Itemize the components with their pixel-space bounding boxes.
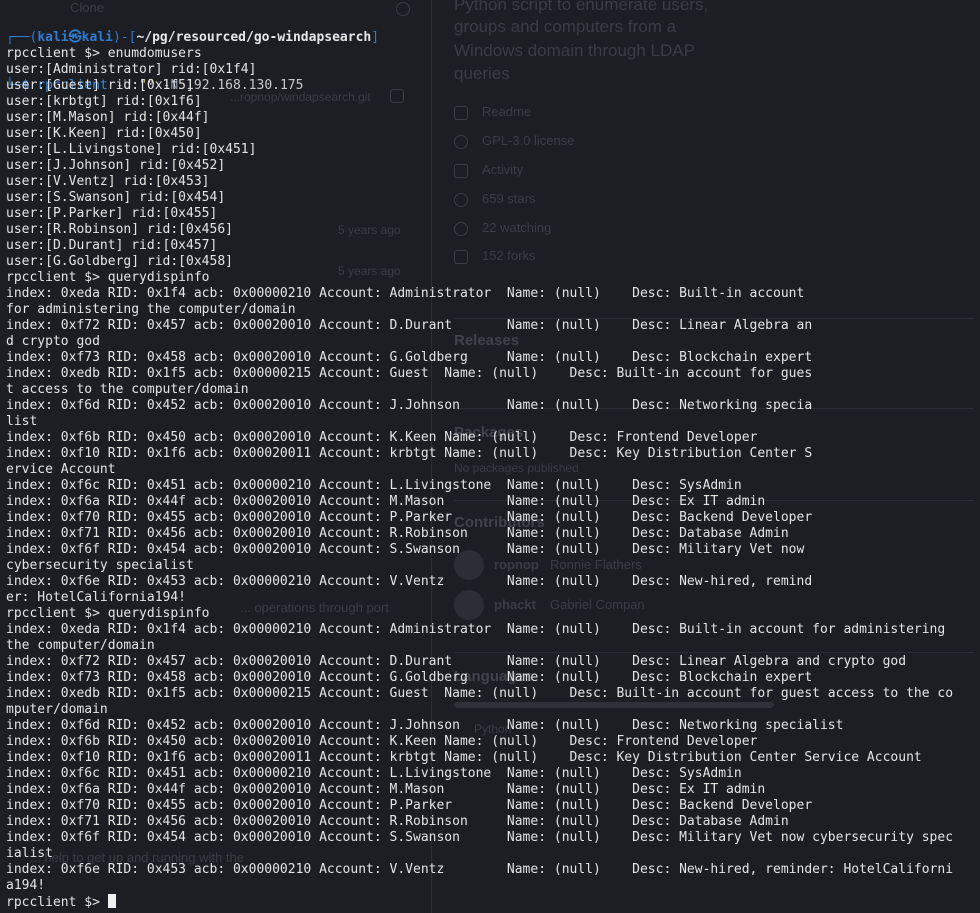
output-line: user:[P.Parker] rid:[0x455] (6, 206, 218, 221)
output-line: index: 0xf72 RID: 0x457 acb: 0x00020010 … (6, 318, 813, 333)
output-line: index: 0xf6f RID: 0x454 acb: 0x00020010 … (6, 542, 805, 557)
output-line: index: 0xedb RID: 0x1f5 acb: 0x00000215 … (6, 686, 954, 701)
output-line: index: 0xf6a RID: 0x44f acb: 0x00020010 … (6, 782, 766, 797)
output-line: index: 0xf71 RID: 0x456 acb: 0x00020010 … (6, 526, 789, 541)
output-line: user:[D.Durant] rid:[0x457] (6, 238, 218, 253)
output-line: user:[krbtgt] rid:[0x1f6] (6, 94, 202, 109)
output-line: index: 0xf6c RID: 0x451 acb: 0x00000210 … (6, 766, 742, 781)
text-cursor (107, 894, 116, 908)
output-line: index: 0xf70 RID: 0x455 acb: 0x00020010 … (6, 510, 813, 525)
output-line: cybersecurity specialist (6, 558, 194, 573)
output-line: user:[M.Mason] rid:[0x44f] (6, 110, 210, 125)
command-line: rpcclient $> enumdomusers (6, 46, 202, 61)
output-line: ervice Account (6, 462, 116, 477)
output-line: index: 0xf10 RID: 0x1f6 acb: 0x00020011 … (6, 446, 813, 461)
output-line: index: 0xf6d RID: 0x452 acb: 0x00020010 … (6, 398, 813, 413)
prompt-host: kali (81, 30, 113, 45)
output-line: for administering the computer/domain (6, 302, 296, 317)
output-line: index: 0xf6e RID: 0x453 acb: 0x00000210 … (6, 862, 954, 877)
output-line: index: 0xf6e RID: 0x453 acb: 0x00000210 … (6, 574, 813, 589)
output-line: user:[R.Robinson] rid:[0x456] (6, 222, 233, 237)
ghost-about-line: Python script to enumerate users, (454, 0, 709, 14)
output-line: index: 0xf73 RID: 0x458 acb: 0x00020010 … (6, 670, 813, 685)
output-line: er: HotelCalifornia194! (6, 590, 187, 605)
output-line: index: 0xf6b RID: 0x450 acb: 0x00020010 … (6, 430, 758, 445)
output-line: index: 0xeda RID: 0x1f4 acb: 0x00000210 … (6, 286, 805, 301)
output-line: user:[G.Goldberg] rid:[0x458] (6, 254, 233, 269)
rpc-prompt: rpcclient $> (6, 895, 108, 910)
output-line: index: 0xf72 RID: 0x457 acb: 0x00020010 … (6, 654, 907, 669)
output-line: index: 0xeda RID: 0x1f4 acb: 0x00000210 … (6, 622, 946, 637)
terminal-output: rpcclient $> enumdomusers user:[Administr… (6, 46, 953, 894)
output-line: the computer/domain (6, 638, 155, 653)
output-line: index: 0xf6c RID: 0x451 acb: 0x00000210 … (6, 478, 742, 493)
output-line: mputer/domain (6, 702, 108, 717)
output-line: d crypto god (6, 334, 100, 349)
ghost-about-line: groups and computers from a (454, 17, 677, 36)
output-line: index: 0xf6f RID: 0x454 acb: 0x00020010 … (6, 830, 954, 845)
output-line: index: 0xf6b RID: 0x450 acb: 0x00020010 … (6, 734, 758, 749)
output-line: user:[L.Livingstone] rid:[0x451] (6, 142, 257, 157)
output-line: t access to the computer/domain (6, 382, 249, 397)
output-line: user:[V.Ventz] rid:[0x453] (6, 174, 210, 189)
output-line: user:[J.Johnson] rid:[0x452] (6, 158, 226, 173)
output-line: index: 0xf73 RID: 0x458 acb: 0x00020010 … (6, 350, 813, 365)
output-line: index: 0xf10 RID: 0x1f6 acb: 0x00020011 … (6, 750, 922, 765)
output-line: ialist (6, 846, 53, 861)
output-line: index: 0xedb RID: 0x1f5 acb: 0x00000215 … (6, 366, 813, 381)
command-line: rpcclient $> querydispinfo (6, 606, 210, 621)
prompt-at-symbol: ㉿ (68, 30, 82, 45)
ghost-settings-icon (396, 2, 410, 16)
output-line: list (6, 414, 38, 429)
output-line: a194! (6, 878, 46, 893)
output-line: user:[S.Swanson] rid:[0x454] (6, 190, 226, 205)
output-line: index: 0xf71 RID: 0x456 acb: 0x00020010 … (6, 814, 789, 829)
command-line: rpcclient $> querydispinfo (6, 270, 210, 285)
output-line: index: 0xf6a RID: 0x44f acb: 0x00020010 … (6, 494, 766, 509)
prompt-cwd: ~/pg/resourced/go-windapsearch (136, 30, 372, 45)
prompt-user: kali (37, 30, 69, 45)
output-line: user:[K.Keen] rid:[0x450] (6, 126, 202, 141)
output-line: index: 0xf70 RID: 0x455 acb: 0x00020010 … (6, 798, 813, 813)
terminal-window[interactable]: Clone Python script to enumerate users, … (0, 0, 980, 913)
output-line: index: 0xf6d RID: 0x452 acb: 0x00020010 … (6, 718, 844, 733)
prompt-line-1: ┌──(kali㉿kali)-[~/pg/resourced/go-windap… (6, 30, 380, 45)
output-line: user:[Guest] rid:[0x1f5] (6, 78, 194, 93)
rpc-input-line[interactable]: rpcclient $> (6, 894, 116, 910)
output-line: user:[Administrator] rid:[0x1f4] (6, 62, 257, 77)
